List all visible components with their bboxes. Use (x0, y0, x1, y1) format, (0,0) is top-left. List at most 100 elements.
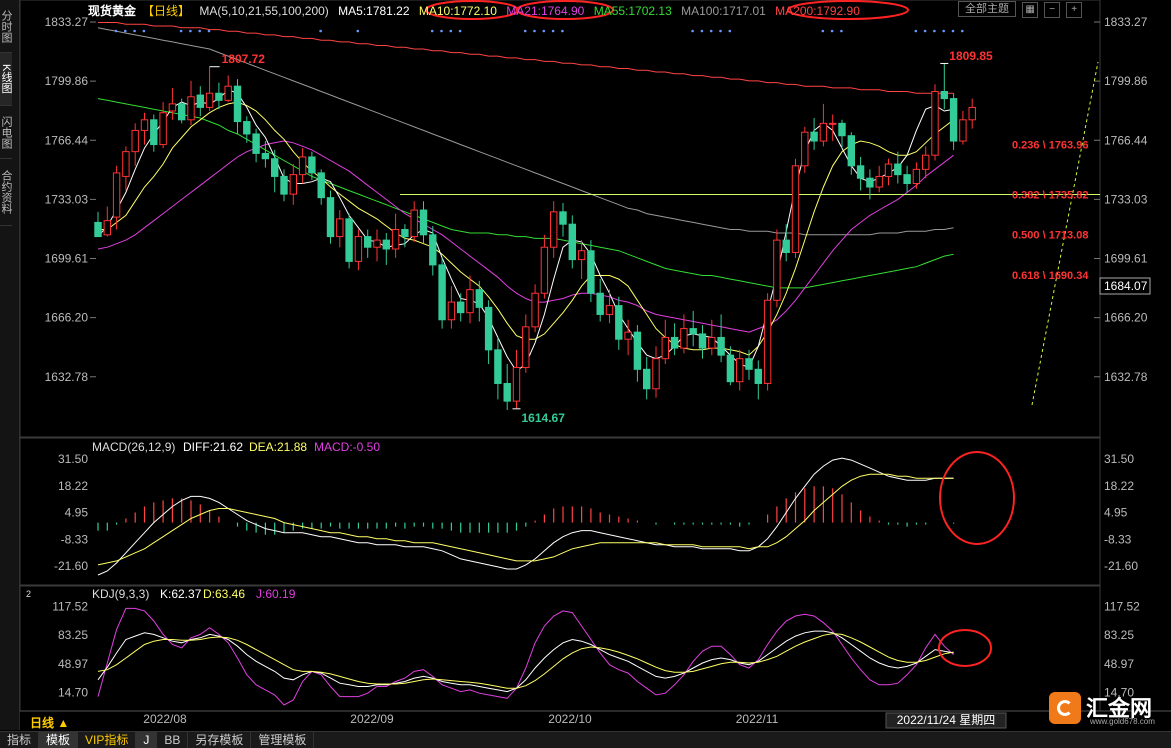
candle-body (708, 336, 716, 349)
chart-canvas[interactable]: 1833.27 1833.27 1799.86 1799.86 1766.44 1766.… (0, 0, 1171, 747)
candle-body (261, 152, 270, 160)
signal-dot (458, 29, 462, 33)
price-tick-label-right: 1833.27 (1104, 15, 1148, 29)
signal-dot (942, 29, 945, 33)
signal-dot (142, 29, 146, 33)
signal-dot (709, 29, 713, 33)
signal-dot (198, 29, 201, 33)
candle-body (159, 112, 167, 146)
candle-body (447, 301, 456, 321)
save-template-button[interactable]: 另存模板 (188, 732, 252, 748)
annotation-high-2: 1809.85 (949, 49, 993, 63)
kdj-tick-label-left: 83.25 (58, 628, 88, 642)
candle-body (866, 177, 874, 188)
annotation-low-1: 1614.67 (522, 411, 566, 425)
signal-dot (207, 29, 211, 33)
candle-body (717, 336, 725, 356)
kdj-j-line (97, 607, 954, 706)
manage-templates-button[interactable]: 管理模板 (251, 732, 315, 748)
candle-body (419, 209, 428, 236)
tab-indicators[interactable]: 指标 (0, 732, 40, 748)
signal-dot (551, 29, 555, 33)
plus-icon[interactable]: + (1066, 2, 1083, 18)
candle-body (354, 236, 363, 262)
macd-hist-value: MACD:-0.50 (314, 440, 380, 454)
candle-body (438, 264, 446, 321)
candle-body (131, 129, 139, 153)
signal-dot (523, 29, 527, 33)
candle-body (364, 236, 372, 248)
candle-body (829, 122, 837, 125)
candle-body (856, 165, 865, 179)
candle-body (317, 172, 325, 199)
candle-body (522, 326, 530, 369)
signal-dot (728, 29, 732, 33)
theme-dropdown[interactable]: 全部主题 (958, 1, 1016, 17)
macd-tick-label-right: 31.50 (1104, 452, 1134, 466)
tab-j[interactable]: J (136, 732, 158, 748)
kdj-tick-label-right: 117.52 (1104, 599, 1140, 613)
candle-body (931, 90, 939, 156)
instrument-name: 现货黄金 (88, 4, 137, 18)
price-tick-label-left: 1833.27 (45, 15, 89, 29)
candle-body (884, 163, 893, 177)
candle-body (326, 197, 335, 238)
price-tick-label-right: 1799.86 (1104, 74, 1148, 88)
minus-icon[interactable]: − (1044, 2, 1061, 18)
grid-icon[interactable]: ▦ (1022, 2, 1039, 18)
candle-body (289, 174, 298, 195)
candle-body (429, 234, 437, 266)
tab-templates[interactable]: 模板 (39, 732, 79, 748)
candle-body (410, 209, 418, 238)
macd-tick-label-left: 4.95 (65, 506, 89, 520)
price-tick-label-left: 1632.78 (45, 370, 89, 384)
ma-params: MA(5,10,21,55,100,200) (199, 4, 329, 18)
candle-body (308, 156, 316, 174)
site-logo: 汇金网 www.gold678.com (1046, 688, 1171, 730)
candle-body (605, 305, 614, 315)
candle-body (624, 331, 632, 340)
candle-body (736, 358, 744, 383)
candle-body (791, 165, 800, 254)
kdj-k-line (97, 630, 954, 693)
candle-body (466, 289, 474, 314)
signal-dot (914, 29, 918, 33)
price-tick-label-left: 1699.61 (45, 252, 89, 266)
price-tick-label-right: 1632.78 (1104, 370, 1148, 384)
candle-body (661, 336, 669, 360)
price-tick-label-left: 1666.20 (45, 311, 89, 325)
fib-label: 0.500 \ 1713.08 (1012, 230, 1088, 242)
candle-body (252, 133, 260, 154)
price-tick-label-right: 1666.20 (1104, 311, 1148, 325)
tab-bb[interactable]: BB (157, 732, 189, 748)
candle-body (596, 292, 604, 315)
candle-body (875, 175, 883, 188)
fib-label: 0.236 \ 1763.96 (1012, 140, 1088, 152)
panel-border (19, 585, 1101, 712)
candle-body (587, 250, 595, 294)
candle-body (243, 121, 251, 135)
macd-dea-value: DEA:21.88 (249, 440, 307, 454)
candle-body (680, 328, 688, 349)
candle-body (949, 98, 958, 142)
candle-body (615, 305, 623, 340)
candle-body (94, 221, 102, 238)
candle-body (336, 218, 344, 238)
signal-dot (449, 29, 453, 33)
candle-body (540, 246, 549, 294)
bottom-toolbar: 指标 模板 VIP指标 J BB 另存模板 管理模板 (0, 731, 1171, 748)
macd-tick-label-left: -21.60 (54, 559, 88, 573)
period-selector[interactable]: 日线 ▲ (30, 714, 69, 731)
ma21-value: MA21:1764.90 (506, 4, 585, 18)
candle-body (819, 122, 828, 142)
candle-body (484, 306, 493, 351)
macd-tick-label-right: -8.33 (1104, 532, 1132, 546)
candle-body (271, 158, 279, 177)
price-tick-label-right: 1699.61 (1104, 252, 1148, 266)
candle-body (763, 299, 772, 384)
signal-dot (830, 29, 834, 33)
candle-body (475, 289, 484, 308)
tab-vip-indicators[interactable]: VIP指标 (78, 732, 137, 748)
signal-dot (700, 29, 704, 33)
candle-body (494, 349, 502, 384)
